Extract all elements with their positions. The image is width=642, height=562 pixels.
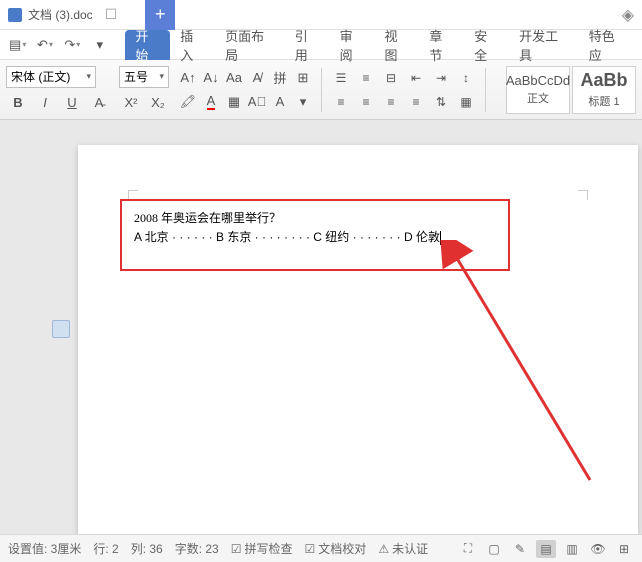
border-char-button[interactable]: ⊞ bbox=[293, 67, 313, 89]
style-label: 标题 1 bbox=[588, 93, 619, 109]
quick-dropdown[interactable]: ▾ bbox=[88, 34, 111, 56]
style-preview: AaBb bbox=[580, 70, 627, 91]
bullet-list-button[interactable]: ☰ bbox=[330, 67, 352, 89]
line-spacing-button[interactable]: ⇅ bbox=[430, 91, 452, 113]
more-font-button[interactable]: ▾ bbox=[293, 91, 313, 113]
tab-insert[interactable]: 插入 bbox=[170, 30, 215, 60]
section-nav-icon[interactable] bbox=[52, 320, 70, 338]
status-proofread[interactable]: ☑ 文档校对 bbox=[305, 540, 367, 557]
document-filename: 文档 (3).doc bbox=[28, 6, 93, 23]
align-right-button[interactable]: ≡ bbox=[380, 91, 402, 113]
document-area[interactable]: 2008 年奥运会在哪里举行？ A 北京 · · · · · · B 东京 · … bbox=[0, 120, 642, 534]
print-layout-button[interactable]: ▤ bbox=[536, 540, 556, 558]
annotation-highlight-box: 2008 年奥运会在哪里举行？ A 北京 · · · · · · B 东京 · … bbox=[120, 199, 510, 271]
para-shading-button[interactable]: ▦ bbox=[455, 91, 477, 113]
document-tab[interactable]: 文档 (3).doc ☐ bbox=[0, 0, 137, 30]
style-normal[interactable]: AaBbCcDd 正文 bbox=[506, 66, 570, 114]
status-row[interactable]: 行: 2 bbox=[93, 540, 118, 557]
edit-button[interactable]: ✎ bbox=[510, 540, 530, 558]
highlight-button[interactable]: 🖍 bbox=[178, 91, 198, 113]
sort-button[interactable]: ↕ bbox=[455, 67, 477, 89]
number-list-button[interactable]: ≡ bbox=[355, 67, 377, 89]
grow-font-button[interactable]: A↑ bbox=[178, 67, 198, 89]
text-effect-button[interactable]: A bbox=[270, 91, 290, 113]
status-bar: 设置值: 3厘米 行: 2 列: 36 字数: 23 ☑ 拼写检查 ☑ 文档校对… bbox=[0, 534, 642, 562]
tab-view[interactable]: 视图 bbox=[375, 30, 420, 60]
web-layout-button[interactable]: ⊞ bbox=[614, 540, 634, 558]
align-center-button[interactable]: ≡ bbox=[355, 91, 377, 113]
status-col[interactable]: 列: 36 bbox=[131, 540, 163, 557]
style-preview: AaBbCcDd bbox=[506, 73, 570, 88]
outline-button[interactable]: ▥ bbox=[562, 540, 582, 558]
underline-button[interactable]: U bbox=[60, 92, 84, 114]
text-cursor bbox=[440, 231, 441, 245]
justify-button[interactable]: ≡ bbox=[405, 91, 427, 113]
shrink-font-button[interactable]: A↓ bbox=[201, 67, 221, 89]
word-doc-icon bbox=[8, 8, 22, 22]
paragraph-tools: ☰ ≡ ⊟ ⇤ ⇥ ↕ ≡ ≡ ≡ ≡ ⇅ ▦ bbox=[330, 67, 477, 113]
style-heading1[interactable]: AaBb 标题 1 bbox=[572, 66, 636, 114]
superscript-button[interactable]: X² bbox=[119, 92, 143, 114]
undo-button[interactable]: ↶▾ bbox=[33, 34, 56, 56]
strike-button[interactable]: A̵ bbox=[87, 92, 111, 114]
style-label: 正文 bbox=[527, 90, 549, 106]
chevron-down-icon: ▾ bbox=[86, 71, 91, 82]
tab-features[interactable]: 特色应 bbox=[579, 30, 636, 60]
font-name-value: 宋体 (正文) bbox=[11, 68, 70, 85]
chevron-down-icon: ▾ bbox=[159, 71, 164, 82]
align-left-button[interactable]: ≡ bbox=[330, 91, 352, 113]
multilevel-list-button[interactable]: ⊟ bbox=[380, 67, 402, 89]
document-text-line1[interactable]: 2008 年奥运会在哪里举行？ bbox=[134, 209, 496, 228]
quick-access-bar: ▤▾ ↶▾ ↷▾ ▾ 开始 插入 页面布局 引用 审阅 视图 章节 安全 开发工… bbox=[0, 30, 642, 60]
fullscreen-button[interactable]: ⛶ bbox=[458, 540, 478, 558]
italic-button[interactable]: I bbox=[33, 92, 57, 114]
decrease-indent-button[interactable]: ⇤ bbox=[405, 67, 427, 89]
font-size-value: 五号 bbox=[124, 68, 148, 85]
font-tools: A↑ A↓ Aa A̸ 拼 ⊞ 🖍 A ▦ A⃞ A ▾ bbox=[178, 67, 313, 113]
status-setting[interactable]: 设置值: 3厘米 bbox=[8, 540, 81, 557]
page[interactable]: 2008 年奥运会在哪里举行？ A 北京 · · · · · · B 东京 · … bbox=[78, 145, 638, 534]
status-spellcheck[interactable]: ☑ 拼写检查 bbox=[231, 540, 293, 557]
phonetic-button[interactable]: 拼 bbox=[270, 67, 290, 89]
subscript-button[interactable]: X₂ bbox=[146, 92, 170, 114]
separator bbox=[321, 68, 322, 112]
styles-gallery: AaBbCcDd 正文 AaBb 标题 1 bbox=[506, 66, 636, 114]
tab-section[interactable]: 章节 bbox=[419, 30, 464, 60]
tab-start[interactable]: 开始 bbox=[125, 30, 170, 60]
ribbon: 宋体 (正文) ▾ B I U A̵ 五号 ▾ X² X₂ A↑ A↓ Aa A… bbox=[0, 60, 642, 120]
tab-devtools[interactable]: 开发工具 bbox=[509, 30, 579, 60]
tab-security[interactable]: 安全 bbox=[464, 30, 509, 60]
tab-reference[interactable]: 引用 bbox=[285, 30, 330, 60]
separator bbox=[485, 68, 486, 112]
font-name-select[interactable]: 宋体 (正文) ▾ bbox=[6, 66, 96, 88]
char-border-button[interactable]: A⃞ bbox=[247, 91, 267, 113]
status-charcount[interactable]: 字数: 23 bbox=[175, 540, 219, 557]
status-auth[interactable]: ⚠ 未认证 bbox=[378, 540, 428, 557]
redo-button[interactable]: ↷▾ bbox=[61, 34, 84, 56]
eye-protect-button[interactable]: 👁 bbox=[588, 540, 608, 558]
title-right-icon[interactable]: ◈ bbox=[622, 5, 642, 25]
document-text-line2[interactable]: A 北京 · · · · · · B 东京 · · · · · · · · C … bbox=[134, 228, 496, 247]
tab-page-layout[interactable]: 页面布局 bbox=[215, 30, 285, 60]
font-color-button[interactable]: A bbox=[201, 91, 221, 113]
shading-button[interactable]: ▦ bbox=[224, 91, 244, 113]
tab-review[interactable]: 审阅 bbox=[330, 30, 375, 60]
ribbon-tabs: 开始 插入 页面布局 引用 审阅 视图 章节 安全 开发工具 特色应 bbox=[125, 30, 636, 60]
clear-format-button[interactable]: A̸ bbox=[247, 67, 267, 89]
menu-button[interactable]: ▤▾ bbox=[6, 34, 29, 56]
bold-button[interactable]: B bbox=[6, 92, 30, 114]
status-view-controls: ⛶ ▢ ✎ ▤ ▥ 👁 ⊞ bbox=[458, 540, 634, 558]
read-layout-button[interactable]: ▢ bbox=[484, 540, 504, 558]
increase-indent-button[interactable]: ⇥ bbox=[430, 67, 452, 89]
margin-corner-icon bbox=[578, 190, 588, 200]
change-case-button[interactable]: Aa bbox=[224, 67, 244, 89]
tab-window-icon[interactable]: ☐ bbox=[105, 6, 118, 23]
font-size-select[interactable]: 五号 ▾ bbox=[119, 66, 169, 88]
